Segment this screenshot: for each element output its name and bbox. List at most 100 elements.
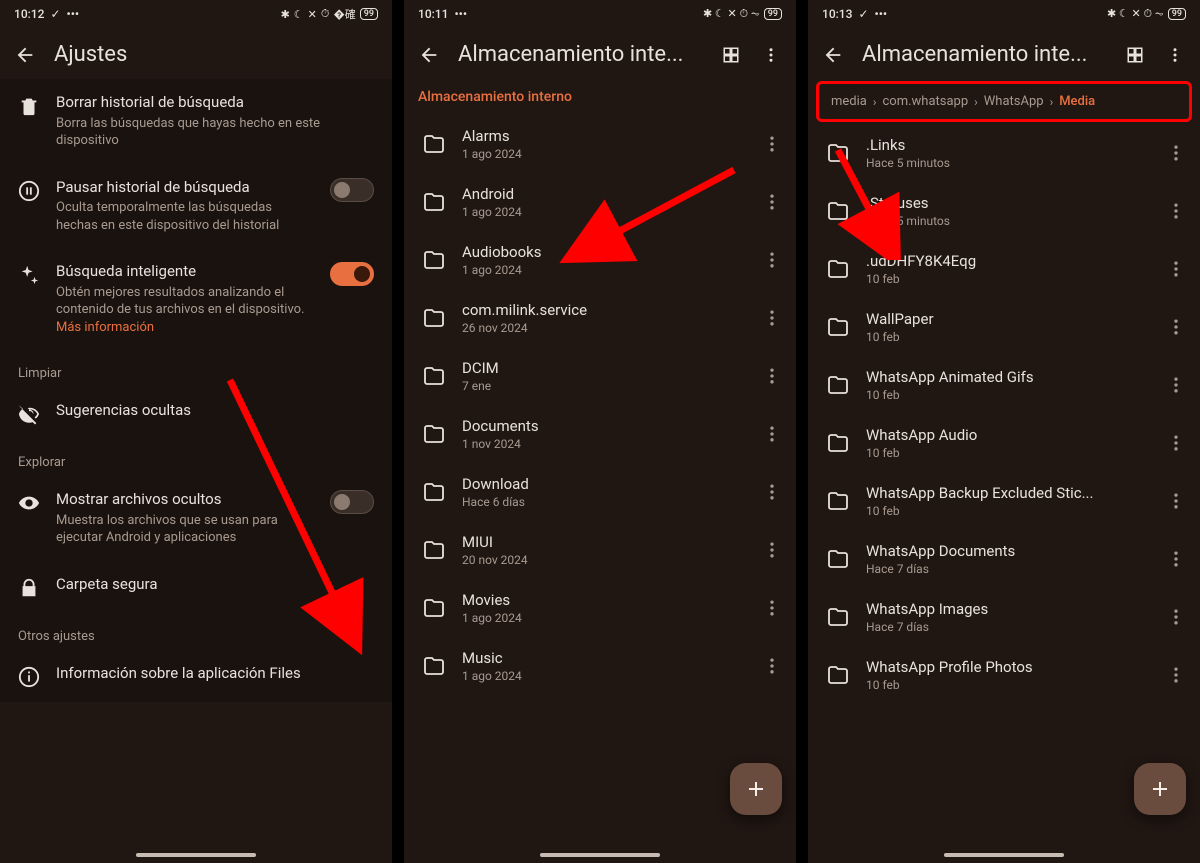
folder-row[interactable]: DownloadHace 6 días	[404, 463, 796, 521]
folder-row[interactable]: MIUI20 nov 2024	[404, 521, 796, 579]
row-more-icon[interactable]	[762, 482, 782, 502]
folder-date: 1 ago 2024	[462, 263, 746, 277]
row-more-icon[interactable]	[762, 656, 782, 676]
crumb-seg-current[interactable]: Media	[1059, 94, 1095, 109]
row-more-icon[interactable]	[1166, 375, 1186, 395]
folder-icon	[422, 596, 446, 620]
back-icon[interactable]	[418, 44, 440, 66]
toggle-hidden-files[interactable]	[330, 490, 374, 514]
breadcrumb-root[interactable]: Almacenamiento interno	[404, 79, 796, 115]
folder-name: Music	[462, 649, 746, 667]
back-icon[interactable]	[822, 44, 844, 66]
info-icon	[18, 666, 40, 688]
phone-whatsapp-media: 10:13✓••• ✱ ☾ ✕ ⏱ ⏦ 99 Almacenamiento in…	[808, 0, 1200, 863]
nav-pill[interactable]	[136, 853, 256, 857]
row-app-info[interactable]: Información sobre la aplicación Files	[0, 650, 392, 702]
folder-icon	[422, 190, 446, 214]
row-sub: Oculta temporalmente las búsquedas hecha…	[56, 199, 314, 234]
folder-name: .Links	[866, 136, 1150, 154]
folder-name: MIUI	[462, 533, 746, 551]
folder-date: 10 feb	[866, 388, 1150, 402]
more-info-link[interactable]: Más información	[56, 320, 154, 335]
folder-icon	[826, 257, 850, 281]
row-clear-history[interactable]: Borrar historial de búsqueda Borra las b…	[0, 79, 392, 164]
row-more-icon[interactable]	[1166, 259, 1186, 279]
more-icon[interactable]	[760, 44, 782, 66]
row-more-icon[interactable]	[762, 598, 782, 618]
folder-date: 1 ago 2024	[462, 147, 746, 161]
folder-date: 26 nov 2024	[462, 321, 746, 335]
folder-row[interactable]: WhatsApp Audio10 feb	[808, 414, 1200, 472]
folder-row[interactable]: Music1 ago 2024	[404, 637, 796, 695]
folder-row[interactable]: WhatsApp DocumentsHace 7 días	[808, 530, 1200, 588]
folder-name: com.milink.service	[462, 301, 746, 319]
row-pause-history[interactable]: Pausar historial de búsqueda Oculta temp…	[0, 164, 392, 249]
row-more-icon[interactable]	[762, 250, 782, 270]
row-more-icon[interactable]	[1166, 607, 1186, 627]
folder-row[interactable]: Android1 ago 2024	[404, 173, 796, 231]
row-show-hidden[interactable]: Mostrar archivos ocultos Muestra los arc…	[0, 476, 392, 561]
status-bar: 10:13✓••• ✱ ☾ ✕ ⏱ ⏦ 99	[808, 0, 1200, 28]
row-more-icon[interactable]	[1166, 665, 1186, 685]
row-sub: Muestra los archivos que se usan para ej…	[56, 512, 314, 547]
folder-row[interactable]: Audiobooks 1 ago 2024	[404, 231, 796, 289]
folder-row[interactable]: Alarms 1 ago 2024	[404, 115, 796, 173]
row-more-icon[interactable]	[762, 308, 782, 328]
lock-icon	[18, 577, 40, 599]
folder-row[interactable]: .udDHFY8K4Eqg10 feb	[808, 240, 1200, 298]
toggle-smart[interactable]	[330, 262, 374, 286]
row-more-icon[interactable]	[1166, 143, 1186, 163]
crumb-seg[interactable]: com.whatsapp	[882, 94, 968, 109]
grid-icon[interactable]	[720, 44, 742, 66]
folder-icon	[826, 663, 850, 687]
row-more-icon[interactable]	[762, 366, 782, 386]
row-more-icon[interactable]	[1166, 317, 1186, 337]
status-time: 10:13	[822, 7, 852, 21]
row-smart-search[interactable]: Búsqueda inteligente Obtén mejores resul…	[0, 248, 392, 350]
folder-row[interactable]: WhatsApp ImagesHace 7 días	[808, 588, 1200, 646]
nav-pill[interactable]	[944, 853, 1064, 857]
folder-row[interactable]: DCIM7 ene	[404, 347, 796, 405]
crumb-seg[interactable]: WhatsApp	[984, 94, 1044, 109]
folder-name: Audiobooks	[462, 243, 746, 261]
nav-pill[interactable]	[540, 853, 660, 857]
row-more-icon[interactable]	[762, 192, 782, 212]
row-more-icon[interactable]	[762, 424, 782, 444]
folder-row[interactable]: Documents1 nov 2024	[404, 405, 796, 463]
folder-row[interactable]: WhatsApp Profile Photos10 feb	[808, 646, 1200, 704]
breadcrumb-path[interactable]: media› com.whatsapp› WhatsApp› Media	[819, 84, 1189, 119]
row-secure-folder[interactable]: Carpeta segura	[0, 561, 392, 613]
row-title: Borrar historial de búsqueda	[56, 93, 374, 113]
section-otros: Otros ajustes	[0, 613, 392, 650]
eye-icon	[18, 492, 40, 514]
row-more-icon[interactable]	[762, 540, 782, 560]
folder-row[interactable]: WallPaper10 feb	[808, 298, 1200, 356]
folder-row[interactable]: .StatusesHace 5 minutos	[808, 182, 1200, 240]
more-icon[interactable]	[1164, 44, 1186, 66]
folder-row[interactable]: com.milink.service 26 nov 2024	[404, 289, 796, 347]
row-more-icon[interactable]	[1166, 201, 1186, 221]
row-more-icon[interactable]	[1166, 549, 1186, 569]
back-icon[interactable]	[14, 44, 36, 66]
grid-icon[interactable]	[1124, 44, 1146, 66]
folder-row[interactable]: WhatsApp Backup Excluded Stic...10 feb	[808, 472, 1200, 530]
folder-date: 10 feb	[866, 446, 1150, 460]
sparkle-icon	[18, 264, 40, 286]
row-more-icon[interactable]	[762, 134, 782, 154]
folder-icon	[422, 248, 446, 272]
folder-icon	[422, 538, 446, 562]
folder-row[interactable]: .LinksHace 5 minutos	[808, 124, 1200, 182]
section-explorar: Explorar	[0, 439, 392, 476]
folder-name: .udDHFY8K4Eqg	[866, 252, 1150, 270]
row-more-icon[interactable]	[1166, 433, 1186, 453]
row-hidden-suggestions[interactable]: Sugerencias ocultas	[0, 387, 392, 439]
folder-icon	[422, 364, 446, 388]
folder-row[interactable]: Movies1 ago 2024	[404, 579, 796, 637]
fab-add[interactable]	[1134, 763, 1186, 815]
folder-name: Alarms	[462, 127, 746, 145]
row-more-icon[interactable]	[1166, 491, 1186, 511]
fab-add[interactable]	[730, 763, 782, 815]
toggle-pause[interactable]	[330, 178, 374, 202]
crumb-seg[interactable]: media	[831, 94, 867, 109]
folder-row[interactable]: WhatsApp Animated Gifs10 feb	[808, 356, 1200, 414]
